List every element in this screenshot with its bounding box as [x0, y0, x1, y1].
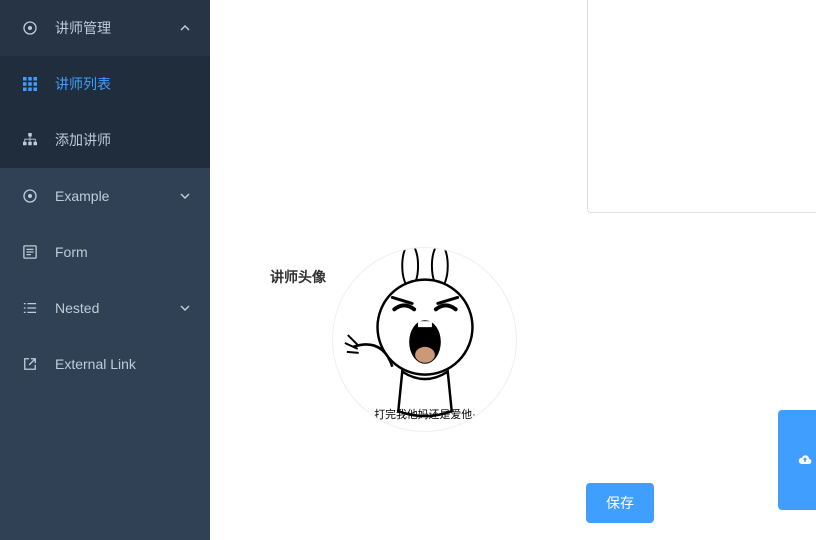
sidebar-item-label: 讲师列表: [55, 74, 190, 94]
form-icon: [20, 242, 40, 262]
sidebar-item-teacher-list[interactable]: 讲师列表: [0, 56, 210, 112]
tree-icon: [20, 130, 40, 150]
svg-text:打完我他妈还是爱他·: 打完我他妈还是爱他·: [374, 407, 476, 421]
sidebar-item-label: 添加讲师: [55, 130, 190, 150]
sidebar-item-form[interactable]: Form: [0, 224, 210, 280]
chevron-down-icon: [180, 191, 190, 201]
nested-icon: [20, 298, 40, 318]
sidebar-item-nested[interactable]: Nested: [0, 280, 210, 336]
sidebar-item-label: Example: [55, 188, 180, 204]
dashboard-icon: [20, 18, 40, 38]
chevron-down-icon: [180, 303, 190, 313]
change-avatar-button[interactable]: 更换头像: [778, 410, 816, 510]
sidebar-item-external-link[interactable]: External Link: [0, 336, 210, 392]
sidebar: 讲师管理 讲师列表 添加讲师: [0, 0, 210, 540]
main-content: 讲师头像: [210, 0, 816, 540]
save-label: 保存: [606, 493, 634, 513]
chevron-up-icon: [180, 23, 190, 33]
sidebar-item-label: External Link: [55, 356, 190, 372]
sidebar-item-label: 讲师管理: [55, 18, 180, 38]
dashboard-icon: [20, 186, 40, 206]
avatar-image: 打完我他妈还是爱他·: [332, 247, 517, 432]
avatar-label: 讲师头像: [270, 247, 326, 287]
link-icon: [20, 354, 40, 374]
grid-icon: [20, 74, 40, 94]
sidebar-item-teacher-management[interactable]: 讲师管理: [0, 0, 210, 56]
sidebar-item-add-teacher[interactable]: 添加讲师: [0, 112, 210, 168]
sidebar-submenu: 讲师列表 添加讲师: [0, 56, 210, 168]
cloud-upload-icon: [798, 453, 812, 467]
avatar-form-row: 讲师头像: [270, 247, 517, 432]
save-button[interactable]: 保存: [586, 483, 654, 523]
description-textarea[interactable]: [587, 0, 816, 213]
sidebar-item-example[interactable]: Example: [0, 168, 210, 224]
sidebar-item-label: Nested: [55, 300, 180, 316]
sidebar-item-label: Form: [55, 244, 190, 260]
